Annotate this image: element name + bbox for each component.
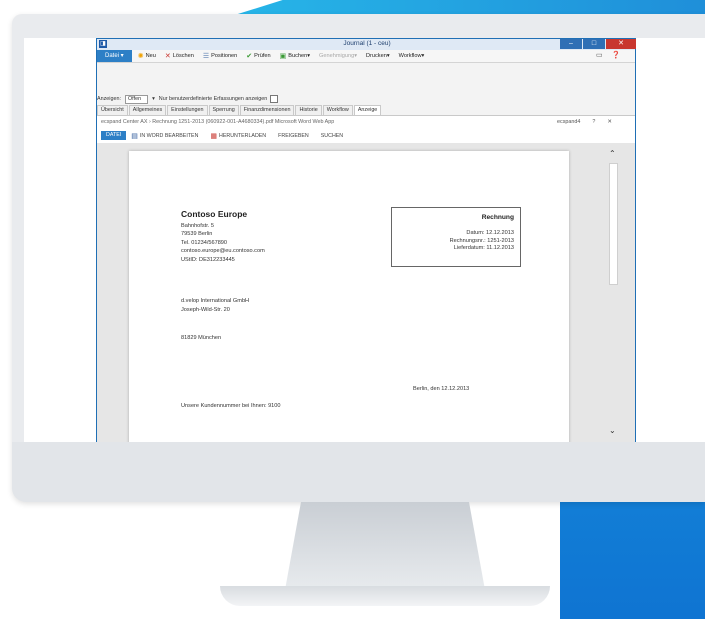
print-button[interactable]: Drucken▾ — [366, 53, 390, 59]
invoice-details: Datum: 12.12.2013 Rechnungsnr.: 1251-201… — [450, 230, 514, 253]
recipient-line: Joseph-Wild-Str. 20 — [181, 306, 230, 313]
recipient-address: d.velop International GmbH Joseph-Wild-S… — [181, 297, 249, 314]
tab-financial-dimensions[interactable]: Finanzdimensionen — [239, 105, 295, 115]
invoice-detail-line: Lieferdatum: 11.12.2013 — [453, 245, 514, 252]
viewer-header-tools: ecspand4 ? ✕ — [545, 119, 612, 125]
approval-button: Genehmigung▾ — [319, 53, 357, 59]
chevron-down-icon[interactable]: ⌄ — [609, 426, 616, 435]
address-line: contoso.europe@eu.contoso.com — [181, 248, 265, 255]
help-icon[interactable]: ❓ — [612, 51, 621, 59]
word-icon: ▤ — [131, 132, 138, 140]
new-button[interactable]: ✺ Neu — [138, 52, 156, 60]
tab-settings[interactable]: Einstellungen — [167, 105, 208, 115]
close-viewer-button[interactable]: ✕ — [607, 119, 612, 125]
monitor-chin — [12, 442, 705, 502]
address-line: Bahnhofstr. 5 — [181, 223, 214, 229]
monitor-stand — [285, 502, 485, 590]
document-viewer-pane: ecspand Center AX › Rechnung 1251-2013 (… — [97, 116, 635, 442]
chevron-up-icon[interactable]: ⌃ — [609, 149, 616, 158]
positions-button[interactable]: ☰ Positionen — [203, 52, 237, 60]
window-controls: – □ ✕ — [559, 39, 636, 49]
viewer-toolbar: DATEI ▤ IN WORD BEARBEITEN ▦ HERUNTERLADEN… — [101, 131, 355, 140]
scrollbar-thumb[interactable] — [609, 163, 618, 285]
invoice-info-box: Rechnung Datum: 12.12.2013 Rechnungsnr.:… — [391, 207, 521, 267]
edit-in-word-button[interactable]: ▤ IN WORD BEARBEITEN — [131, 132, 198, 140]
close-button[interactable]: ✕ — [606, 39, 636, 49]
recipient-city: 81829 München — [181, 335, 222, 341]
filter-label: Anzeigen: — [97, 96, 121, 102]
app-window: ◨ Journal (1 - ceu) – □ ✕ Datei ▾ ✺ Neu ✕… — [96, 38, 636, 442]
tab-history[interactable]: Historie — [295, 105, 322, 115]
sun-icon: ✺ — [137, 53, 144, 60]
customer-number-line: Unsere Kundennummer bei Ihnen: 9100 — [181, 403, 281, 409]
download-label: HERUNTERLADEN — [219, 132, 267, 139]
tab-overview[interactable]: Übersicht — [97, 105, 128, 115]
check-button[interactable]: ✔ Prüfen — [246, 52, 270, 60]
breadcrumb: ecspand Center AX › Rechnung 1251-2013 (… — [101, 119, 335, 125]
filter-select-value: Offen — [127, 95, 142, 102]
minimize-button[interactable]: – — [560, 39, 582, 49]
booking-icon: ▣ — [279, 53, 287, 60]
file-menu-label: Datei — [105, 53, 120, 59]
delete-x-icon: ✕ — [164, 53, 171, 60]
sender-address: Bahnhofstr. 5 79539 Berlin Tel. 01234/56… — [181, 222, 265, 264]
document-page: Contoso Europe Bahnhofstr. 5 79539 Berli… — [129, 151, 569, 442]
delete-label: Löschen — [172, 53, 194, 59]
tab-lock[interactable]: Sperrung — [208, 105, 239, 115]
tab-strip: Übersicht Allgemeines Einstellungen Sper… — [97, 105, 635, 116]
letter-date: Berlin, den 12.12.2013 — [413, 386, 470, 392]
check-label: Prüfen — [254, 53, 271, 59]
monitor-base — [220, 586, 550, 606]
approval-label: Genehmigung▾ — [319, 53, 357, 59]
maximize-button[interactable]: □ — [583, 39, 605, 49]
layout-icon[interactable]: ▭ — [596, 51, 603, 59]
invoice-detail-line: Datum: 12.12.2013 — [466, 230, 514, 236]
window-title: Journal (1 - ceu) — [343, 40, 391, 47]
tab-display[interactable]: Anzeige — [353, 105, 382, 115]
file-tab[interactable]: DATEI — [101, 131, 127, 140]
ribbon: Datei ▾ ✺ Neu ✕ Löschen ☰ Positionen ✔ Prüfe… — [97, 50, 635, 63]
monitor-screen: ◨ Journal (1 - ceu) – □ ✕ Datei ▾ ✺ Neu ✕… — [24, 38, 705, 442]
delete-button[interactable]: ✕ Löschen — [165, 52, 194, 60]
user-name[interactable]: ecspand4 — [557, 119, 580, 125]
address-line: Tel. 01234/567890 — [181, 239, 228, 246]
workflow-label: Workflow▾ — [398, 53, 425, 59]
title-bar: ◨ Journal (1 - ceu) – □ ✕ — [97, 39, 636, 50]
recipient-line: d.velop International GmbH — [181, 298, 250, 304]
custom-entries-checkbox[interactable] — [270, 95, 279, 103]
search-button[interactable]: SUCHEN — [321, 133, 343, 139]
print-label: Drucken▾ — [366, 53, 390, 59]
help-button[interactable]: ? — [592, 119, 595, 125]
edit-in-word-label: IN WORD BEARBEITEN — [139, 132, 199, 139]
file-menu-button[interactable]: Datei ▾ — [97, 50, 132, 62]
positions-label: Positionen — [211, 53, 238, 59]
tab-workflow[interactable]: Workflow — [322, 105, 353, 115]
company-name: Contoso Europe — [181, 209, 248, 219]
filter-row: Anzeigen: Offen ▾ Nur benutzerdefinierte… — [97, 94, 635, 104]
checkmark-icon: ✔ — [246, 53, 253, 60]
share-button[interactable]: FREIGEBEN — [278, 133, 309, 139]
pdf-icon: ▦ — [210, 132, 218, 140]
address-line: 79539 Berlin — [181, 231, 213, 238]
app-icon: ◨ — [99, 40, 107, 48]
list-icon: ☰ — [202, 53, 210, 60]
invoice-title: Rechnung — [481, 214, 514, 221]
ribbon-right-tools: ▭ ❓ — [587, 51, 620, 59]
address-line: UStID: DE312233445 — [181, 256, 235, 263]
workflow-button[interactable]: Workflow▾ — [399, 53, 425, 59]
post-button[interactable]: ▣ Buchen▾ — [280, 52, 310, 60]
new-label: Neu — [145, 53, 156, 59]
download-button[interactable]: ▦ HERUNTERLADEN — [210, 132, 266, 140]
post-label: Buchen▾ — [288, 53, 311, 59]
chevron-down-icon: ▾ — [152, 96, 155, 102]
tab-general[interactable]: Allgemeines — [128, 105, 167, 115]
filter-select[interactable]: Offen — [124, 94, 149, 104]
invoice-detail-line: Rechnungsnr.: 1251-2013 — [449, 237, 514, 244]
document-canvas: Contoso Europe Bahnhofstr. 5 79539 Berli… — [97, 143, 635, 442]
checkbox-label: Nur benutzerdefinierte Erfassungen anzei… — [158, 96, 268, 102]
